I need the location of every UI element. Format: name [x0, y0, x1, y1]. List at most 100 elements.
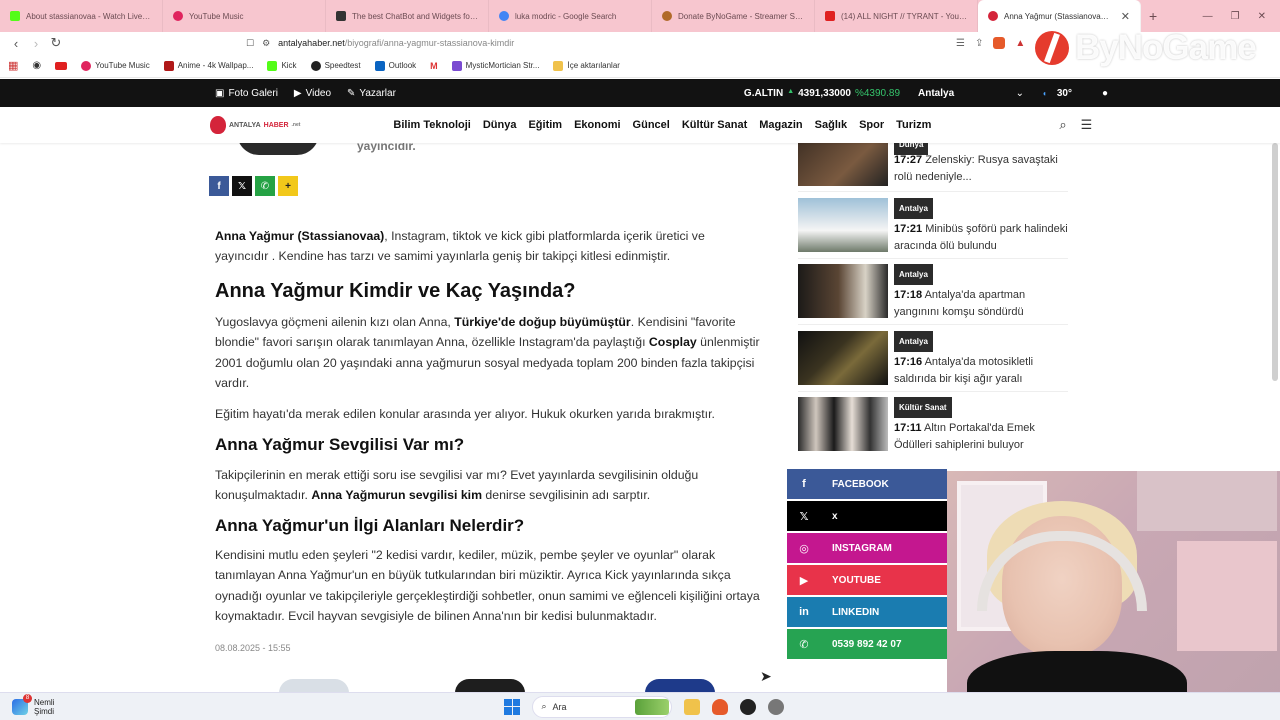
site-info-icon[interactable]: ⚙: [262, 38, 270, 49]
wallpaper-icon: [163, 60, 174, 71]
search-highlight-icon: [635, 698, 670, 715]
bookmark-label: Speedtest: [324, 61, 361, 70]
outlook-icon: [374, 60, 385, 71]
taskbar-search[interactable]: ⌕ Ara: [532, 695, 673, 718]
news-divider: [798, 258, 1068, 259]
browser-tab[interactable]: Donate ByNoGame - Streamer Setti: [652, 0, 815, 32]
url-field[interactable]: ☐ ⚙ antalyahaber.net/biyografi/anna-yagm…: [246, 32, 666, 54]
photo-gallery-link[interactable]: ▣ Foto Galeri: [215, 88, 278, 99]
social-facebook-button[interactable]: f FACEBOOK: [787, 469, 947, 499]
bookmark-anime[interactable]: Anime - 4k Wallpap...: [163, 60, 253, 71]
tab-title: Anna Yağmur (Stassianova) kim: [1004, 11, 1111, 21]
back-icon[interactable]: ‹: [6, 36, 26, 51]
rewards-icon[interactable]: ▲: [1015, 38, 1025, 49]
menu-item[interactable]: Eğitim: [528, 119, 562, 131]
hamburger-menu-icon[interactable]: ☰: [1081, 117, 1093, 133]
maximize-icon[interactable]: ❐: [1231, 11, 1240, 22]
social-x-button[interactable]: 𝕏x: [787, 501, 947, 531]
social-label: INSTAGRAM: [832, 542, 892, 554]
tab-title: YouTube Music: [189, 11, 244, 21]
webcam-overlay: [947, 471, 1280, 720]
notification-title: Nemli: [34, 697, 55, 707]
social-label: LINKEDIN: [832, 606, 880, 618]
bookmark-icon[interactable]: ☐: [246, 38, 254, 49]
browser-tab[interactable]: About stassianovaa - Watch Live on: [0, 0, 163, 32]
bookmark-mystic[interactable]: MysticMortician Str...: [451, 60, 539, 71]
brave-shields-icon[interactable]: [993, 37, 1006, 49]
close-window-icon[interactable]: ✕: [1258, 11, 1266, 22]
search-icon[interactable]: ⌕: [1059, 117, 1066, 133]
weather-notification[interactable]: 8 Nemli Şimdi: [12, 693, 55, 716]
bookmark-gmail[interactable]: M: [430, 61, 438, 71]
page-scrollbar[interactable]: [1272, 143, 1278, 381]
related-thumb[interactable]: [455, 679, 525, 693]
start-windows-icon[interactable]: [504, 698, 521, 715]
menu-item[interactable]: Turizm: [896, 119, 931, 131]
share-icon[interactable]: ⇪: [975, 38, 983, 49]
browser-tab[interactable]: luka modric - Google Search: [489, 0, 652, 32]
reload-icon[interactable]: ↻: [46, 35, 66, 51]
social-youtube-button[interactable]: ▶ YOUTUBE: [787, 565, 947, 595]
related-thumb[interactable]: [645, 679, 715, 693]
writers-link[interactable]: ✎ Yazarlar: [347, 88, 396, 99]
share-whatsapp-icon[interactable]: ✆: [255, 176, 275, 196]
news-item[interactable]: Antalya 17:21 Minibüs şoförü park halind…: [798, 198, 1068, 254]
related-thumb[interactable]: [279, 679, 349, 693]
bookmark-folder-imported[interactable]: İçe aktarılanlar: [553, 60, 620, 71]
bookmark-kick[interactable]: Kick: [267, 60, 297, 71]
menu-item[interactable]: Spor: [859, 119, 884, 131]
social-label: YOUTUBE: [832, 574, 881, 586]
tab-title: (14) ALL NIGHT // TYRANT - YouTub: [841, 11, 967, 21]
gold-value: 4391,33000: [798, 87, 851, 99]
menu-item[interactable]: Ekonomi: [574, 119, 620, 131]
reader-icon[interactable]: ☰: [956, 38, 965, 49]
menu-item[interactable]: Güncel: [633, 119, 670, 131]
share-facebook-icon[interactable]: f: [209, 176, 229, 196]
video-link[interactable]: ▶ Video: [294, 88, 331, 99]
menu-item[interactable]: Kültür Sanat: [682, 119, 747, 131]
city-select[interactable]: Antalya ⌄: [918, 88, 1024, 99]
education-paragraph: Eğitim hayatı'da merak edilen konular ar…: [215, 407, 715, 421]
brave-browser-icon[interactable]: [712, 698, 729, 715]
user-icon[interactable]: ●: [1102, 88, 1108, 99]
apps-grid-icon[interactable]: ▦: [8, 59, 18, 72]
youtube-icon: ▶: [799, 574, 809, 587]
browser-tab[interactable]: YouTube Music: [163, 0, 326, 32]
news-item[interactable]: Antalya 17:16 Antalya'da motosikletli sa…: [798, 331, 1068, 387]
youtube-bookmark-icon[interactable]: [55, 61, 68, 70]
social-whatsapp-button[interactable]: ✆ 0539 892 42 07: [787, 629, 947, 659]
obs-icon[interactable]: [740, 698, 757, 715]
share-more-icon[interactable]: +: [278, 176, 298, 196]
bynogame-label: ByNoGame: [1075, 28, 1257, 67]
menu-item[interactable]: Bilim Teknoloji: [393, 119, 470, 131]
temperature: 30°: [1056, 87, 1072, 99]
minimize-icon[interactable]: —: [1203, 11, 1213, 22]
gmail-icon: M: [430, 60, 438, 71]
menu-item[interactable]: Sağlık: [815, 119, 847, 131]
settings-gear-icon[interactable]: [768, 698, 785, 715]
bookmark-outlook[interactable]: Outlook: [374, 60, 416, 71]
share-x-icon[interactable]: 𝕏: [232, 176, 252, 196]
file-explorer-icon[interactable]: [684, 698, 701, 715]
new-tab-icon[interactable]: +: [1141, 8, 1165, 24]
menu-item[interactable]: Dünya: [483, 119, 517, 131]
bookmark-speedtest[interactable]: Speedtest: [310, 60, 361, 71]
close-tab-icon[interactable]: ✕: [1121, 10, 1130, 23]
social-linkedin-button[interactable]: in LINKEDIN: [787, 597, 947, 627]
tab-title: luka modric - Google Search: [515, 11, 617, 21]
forward-icon[interactable]: ›: [26, 36, 46, 51]
news-item[interactable]: Antalya 17:18 Antalya'da apartman yangın…: [798, 264, 1068, 320]
logo-part: .net: [291, 122, 301, 128]
site-logo[interactable]: ANTALYA HABER .net: [210, 116, 300, 134]
instagram-icon: ◎: [799, 542, 809, 555]
search-icon: ⌕: [541, 701, 547, 711]
globe-icon[interactable]: ◉: [32, 60, 41, 71]
news-time: 17:21: [894, 223, 923, 235]
social-instagram-button[interactable]: ◎ INSTAGRAM: [787, 533, 947, 563]
bynogame-favicon-icon: [662, 11, 672, 21]
menu-item[interactable]: Magazin: [759, 119, 802, 131]
bookmark-youtube-music[interactable]: YouTube Music: [81, 60, 150, 71]
browser-tab[interactable]: (14) ALL NIGHT // TYRANT - YouTub: [815, 0, 978, 32]
browser-tab[interactable]: The best ChatBot and Widgets for K: [326, 0, 489, 32]
news-item[interactable]: Kültür Sanat 17:11 Altın Portakal'da Eme…: [798, 397, 1068, 453]
